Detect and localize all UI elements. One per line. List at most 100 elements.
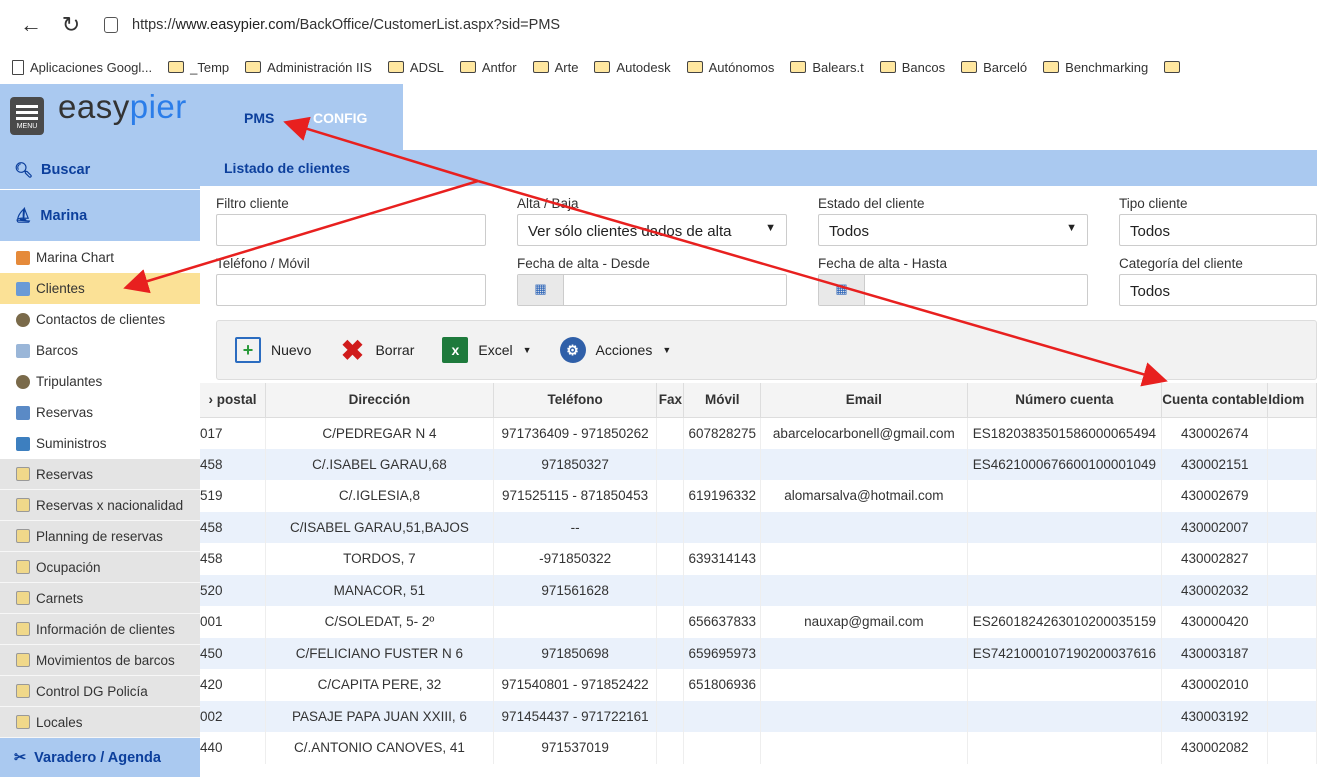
folder-icon (594, 61, 611, 73)
col-header-direccion[interactable]: Dirección (265, 383, 494, 418)
bookmark-item[interactable]: Arte (532, 60, 578, 75)
table-row[interactable]: 017 C/PEDREGAR N 4 971736409 - 971850262 60… (200, 417, 1317, 449)
col-header-cuenta-contable[interactable]: Cuenta contable (1161, 383, 1269, 418)
sidebar-item-label: Reservas (36, 405, 94, 420)
sidebar-item-reservas[interactable]: Reservas (0, 397, 200, 428)
bookmark-item[interactable]: Balears.t (790, 60, 864, 75)
sidebar-search[interactable]: 🔍︎ Buscar (0, 150, 200, 190)
calendar-icon[interactable]: ▦ (819, 275, 865, 305)
sidebar-section-varadero[interactable]: ✂︎ Varadero / Agenda (0, 738, 200, 778)
reload-icon[interactable]: ↻ (58, 12, 84, 38)
table-row[interactable]: 519 C/.IGLESIA,8 971525115 - 871850453 6191… (200, 480, 1317, 512)
sidebar-report-carnets[interactable]: Carnets (0, 583, 200, 614)
cell-fax (656, 637, 685, 669)
address-bar[interactable]: https://www.easypier.com/BackOffice/Cust… (132, 17, 560, 33)
acciones-button[interactable]: ⚙ Acciones ▼ (559, 337, 671, 363)
crew-icon (16, 374, 30, 389)
sidebar-section-marina[interactable]: ⛵︎ Marina (0, 190, 200, 242)
back-arrow-icon[interactable]: ← (18, 12, 44, 38)
customer-grid: › postal Dirección Teléfono Fax Móvil Em… (200, 383, 1317, 764)
table-row[interactable]: 458 C/ISABEL GARAU,51,BAJOS -- 430002007 (200, 511, 1317, 543)
select-value: Todos (1130, 223, 1171, 240)
cell-idioma (1267, 543, 1317, 575)
bookmark-item[interactable]: ADSL (387, 60, 444, 75)
alta-baja-select[interactable]: Ver sólo clientes dados de alta ▼ (517, 214, 787, 246)
menu-button[interactable]: MENU (10, 97, 44, 135)
filter-label: Estado del cliente (818, 196, 925, 211)
bookmark-item[interactable]: Benchmarking (1043, 60, 1148, 75)
fecha-desde-input[interactable]: ▦ (517, 274, 787, 306)
telefono-input[interactable] (216, 274, 486, 306)
tipo-select[interactable]: Todos (1119, 214, 1317, 246)
col-header-postal[interactable]: › postal (200, 383, 267, 418)
cell-postal: 458 (200, 448, 267, 480)
col-header-movil[interactable]: Móvil (683, 383, 762, 418)
borrar-button[interactable]: ✖ Borrar (339, 335, 415, 366)
cell-movil (683, 574, 762, 606)
table-row[interactable]: 458 TORDOS, 7 -971850322 639314143 430002827 (200, 543, 1317, 575)
cell-email (760, 732, 968, 764)
sidebar-item-marina-chart[interactable]: Marina Chart (0, 242, 200, 273)
cell-fax (656, 732, 685, 764)
sidebar-report-informacion[interactable]: Información de clientes (0, 614, 200, 645)
bookmark-item[interactable]: Antfor (459, 60, 517, 75)
folder-icon (387, 61, 404, 73)
table-row[interactable]: 520 MANACOR, 51 971561628 430002032 (200, 574, 1317, 606)
sidebar-item-suministros[interactable]: Suministros (0, 428, 200, 459)
table-row[interactable]: 450 C/FELICIANO FUSTER N 6 971850698 659695… (200, 637, 1317, 669)
lock-icon[interactable] (104, 17, 118, 33)
cell-telefono (493, 606, 658, 638)
bookmark-item[interactable]: Bancos (879, 60, 945, 75)
tab-config[interactable]: CONFIG (313, 110, 367, 126)
sidebar-report-policia[interactable]: Control DG Policía (0, 676, 200, 707)
bookmark-item[interactable] (1164, 61, 1181, 73)
cell-postal: 458 (200, 543, 267, 575)
nuevo-button[interactable]: + Nuevo (235, 337, 311, 363)
bookmark-item[interactable]: _Temp (168, 60, 229, 75)
cell-telefono: 971736409 - 971850262 (493, 417, 658, 449)
logo-text-a: easy (58, 88, 130, 125)
url-host: www.easypier.com (175, 17, 296, 33)
new-icon: + (235, 337, 261, 363)
bookmark-item[interactable]: Barceló (961, 60, 1027, 75)
fecha-hasta-input[interactable]: ▦ (818, 274, 1088, 306)
sidebar-report-ocupacion[interactable]: Ocupación (0, 552, 200, 583)
cell-cuenta-contable: 430003192 (1161, 700, 1269, 732)
col-header-email[interactable]: Email (760, 383, 968, 418)
logo: easypier (58, 88, 187, 126)
filtro-cliente-input[interactable] (216, 214, 486, 246)
col-header-idioma[interactable]: Idiom (1267, 383, 1317, 418)
sidebar-report-planning[interactable]: Planning de reservas (0, 521, 200, 552)
col-header-fax[interactable]: Fax (656, 383, 685, 418)
excel-button[interactable]: x Excel ▼ (442, 337, 532, 363)
calendar-icon[interactable]: ▦ (518, 275, 564, 305)
menu-label: MENU (16, 123, 38, 130)
col-header-numero-cuenta[interactable]: Número cuenta (967, 383, 1163, 418)
table-row[interactable]: 458 C/.ISABEL GARAU,68 971850327 ES46210006… (200, 448, 1317, 480)
col-header-telefono[interactable]: Teléfono (493, 383, 658, 418)
bookmark-label: Aplicaciones Googl... (30, 59, 153, 75)
filter-fecha-desde: Fecha de alta - Desde ▦ (517, 256, 787, 306)
sidebar-report-locales[interactable]: Locales (0, 707, 200, 738)
sidebar-item-label: Reservas (36, 466, 94, 482)
categoria-select[interactable]: Todos (1119, 274, 1317, 306)
estado-select[interactable]: Todos ▼ (818, 214, 1088, 246)
table-row[interactable]: 002 PASAJE PAPA JUAN XXIII, 6 971454437 - … (200, 700, 1317, 732)
tab-pms[interactable]: PMS (244, 110, 274, 126)
sidebar-report-movimientos[interactable]: Movimientos de barcos (0, 645, 200, 676)
sidebar-item-barcos[interactable]: Barcos (0, 335, 200, 366)
sidebar-item-tripulantes[interactable]: Tripulantes (0, 366, 200, 397)
bookmark-item[interactable]: Autodesk (594, 60, 671, 75)
table-row[interactable]: 440 C/.ANTONIO CANOVES, 41 971537019 430002… (200, 732, 1317, 764)
bookmark-item[interactable]: Aplicaciones Googl... (12, 59, 153, 75)
sidebar-report-nacionalidad[interactable]: Reservas x nacionalidad (0, 490, 200, 521)
bookmark-item[interactable]: Autónomos (686, 60, 774, 75)
caret-down-icon: ▼ (765, 222, 776, 234)
bookmark-item[interactable]: Administración IIS (245, 60, 372, 75)
sidebar-item-contactos[interactable]: Contactos de clientes (0, 304, 200, 335)
gear-icon: ⚙ (559, 337, 586, 363)
table-row[interactable]: 001 C/SOLEDAT, 5- 2º 656637833 nauxap@gmail… (200, 606, 1317, 638)
table-row[interactable]: 420 C/CAPITA PERE, 32 971540801 - 97185242… (200, 669, 1317, 701)
sidebar-report-reservas[interactable]: Reservas (0, 459, 200, 490)
sidebar-item-clientes[interactable]: Clientes (0, 273, 200, 304)
